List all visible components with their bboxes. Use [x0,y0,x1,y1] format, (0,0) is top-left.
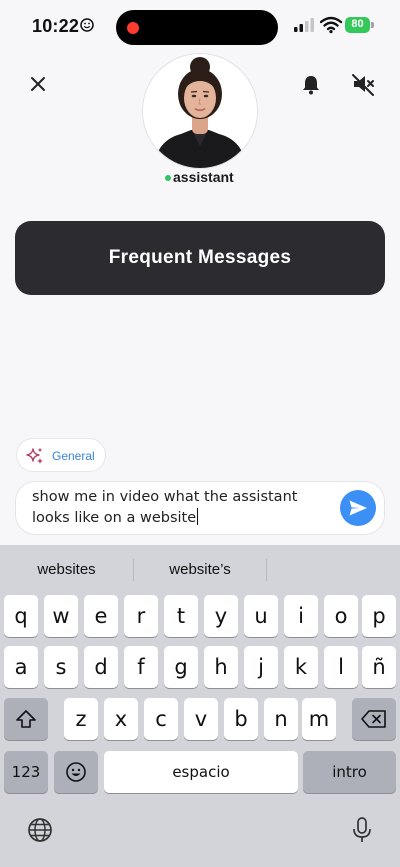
key-k[interactable]: k [284,646,318,688]
wifi-icon [320,16,342,34]
key-x[interactable]: x [104,698,138,740]
battery-indicator: 80 [345,17,375,33]
status-time: 10:22 [32,16,80,36]
send-icon [349,500,367,516]
key-f[interactable]: f [124,646,158,688]
key-c[interactable]: c [144,698,178,740]
smiley-icon [80,18,94,32]
text-caret [197,508,199,525]
cellular-signal-icon [294,18,314,32]
key-b[interactable]: b [224,698,258,740]
send-button[interactable] [340,490,376,526]
emoji-icon [66,762,86,782]
key-o[interactable]: o [324,595,358,637]
key-i[interactable]: i [284,595,318,637]
assistant-avatar [143,54,257,168]
key-n-tilde[interactable]: ñ [362,646,396,688]
assistant-name: assistant [173,169,234,185]
key-w[interactable]: w [44,595,78,637]
close-icon[interactable] [24,70,52,98]
shift-key[interactable] [4,698,48,740]
key-n[interactable]: n [264,698,298,740]
sparkles-icon [26,447,43,464]
bell-icon[interactable] [298,70,324,98]
key-d[interactable]: d [84,646,118,688]
space-key[interactable]: espacio [104,751,298,793]
key-j[interactable]: j [244,646,278,688]
key-e[interactable]: e [84,595,118,637]
key-r[interactable]: r [124,595,158,637]
suggestion-3[interactable] [267,551,400,587]
key-t[interactable]: t [164,595,198,637]
chip-label: General [52,449,95,463]
key-h[interactable]: h [204,646,238,688]
battery-percentage: 80 [351,18,364,30]
assistant-name-row: assistant [160,169,250,187]
speaker-muted-icon[interactable] [350,70,376,98]
key-z[interactable]: z [64,698,98,740]
key-m[interactable]: m [302,698,336,740]
message-input-text[interactable]: show me in video what the assistant look… [32,487,332,529]
numbers-key[interactable]: 123 [4,751,48,793]
key-q[interactable]: q [4,595,38,637]
key-l[interactable]: l [324,646,358,688]
key-u[interactable]: u [244,595,278,637]
backspace-icon [361,710,386,728]
online-status-icon [165,175,171,181]
message-line-1: show me in video what the assistant [32,489,298,505]
message-input[interactable]: show me in video what the assistant look… [15,481,385,535]
key-g[interactable]: g [164,646,198,688]
return-key[interactable]: intro [303,751,396,793]
suggestion-bar: websites website’s [0,551,400,587]
shift-icon [16,710,36,728]
key-v[interactable]: v [184,698,218,740]
message-line-2: looks like on a website [32,510,197,526]
suggestion-1[interactable]: websites [0,551,133,587]
recording-indicator-icon [127,22,139,34]
key-s[interactable]: s [44,646,78,688]
assistant-portrait-image [143,54,257,168]
frequent-messages-button[interactable]: Frequent Messages [15,221,385,295]
key-y[interactable]: y [204,595,238,637]
globe-icon[interactable] [26,816,54,844]
general-chip[interactable]: General [16,438,106,472]
microphone-icon[interactable] [348,816,376,844]
key-p[interactable]: p [362,595,396,637]
emoji-key[interactable] [54,751,98,793]
delete-key[interactable] [352,698,396,740]
suggestion-2[interactable]: website’s [134,551,266,587]
dynamic-island [116,10,278,45]
key-a[interactable]: a [4,646,38,688]
